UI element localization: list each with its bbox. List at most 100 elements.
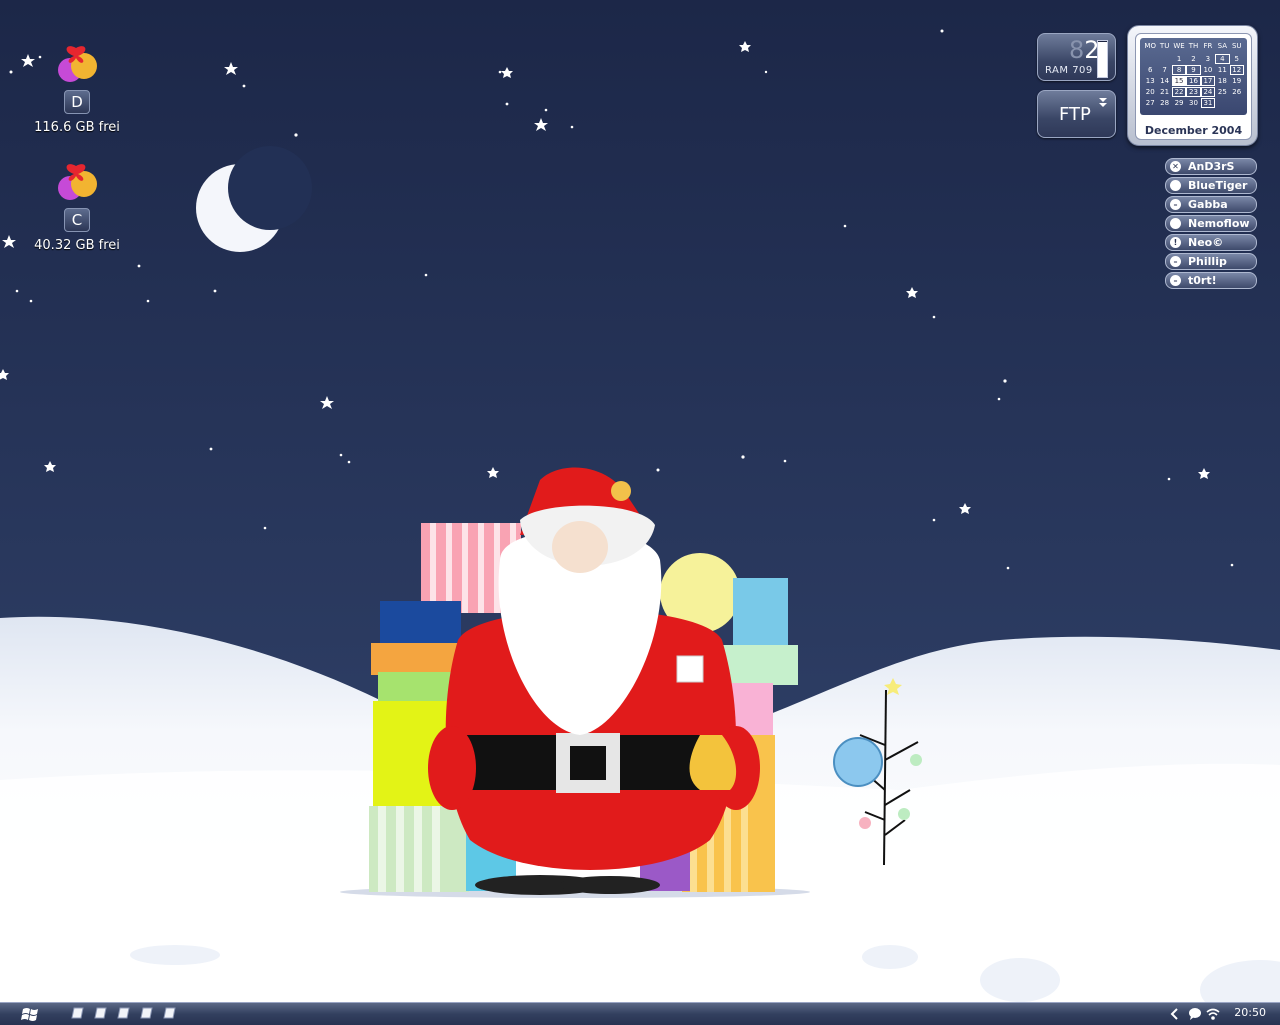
drive-free-space: 116.6 GB frei	[34, 120, 120, 135]
calendar-weekday: MO	[1144, 42, 1156, 50]
calendar-day[interactable]: 21	[1157, 87, 1171, 97]
calendar-day[interactable]: 26	[1230, 87, 1244, 97]
buddy-item[interactable]: – t0rt!	[1165, 272, 1257, 289]
drive-letter: C	[64, 208, 90, 232]
buddy-status-online-icon	[1170, 218, 1181, 229]
calendar-day[interactable]: 25	[1215, 87, 1229, 97]
calendar-day[interactable]: 4	[1215, 54, 1230, 64]
ftp-button[interactable]: FTP	[1037, 90, 1116, 138]
cpu-load-dim-digit: 8	[1069, 36, 1085, 64]
calendar-weekday: SA	[1217, 42, 1227, 50]
buddy-status-online-icon	[1170, 180, 1181, 191]
calendar-day[interactable]: 29	[1172, 98, 1186, 108]
ftp-label: FTP	[1059, 104, 1091, 125]
buddy-item[interactable]: Nemoflow	[1165, 215, 1257, 232]
taskbar: 20:50	[0, 1002, 1280, 1025]
buddy-status-alert-icon: !	[1170, 237, 1181, 248]
gift-drive-icon	[58, 164, 97, 200]
calendar-day[interactable]: 5	[1230, 54, 1244, 64]
calendar-day[interactable]: 11	[1215, 65, 1229, 75]
quick-launch-icon[interactable]	[117, 1007, 130, 1019]
calendar-day[interactable]: 19	[1230, 76, 1244, 86]
desktop: D 116.6 GB frei C 40.32 GB frei 82 RAM 7…	[0, 0, 1280, 1025]
calendar-weekday: TH	[1188, 42, 1199, 50]
messenger-icon[interactable]	[1188, 1007, 1202, 1021]
calendar-day[interactable]: 28	[1157, 98, 1171, 108]
calendar-day[interactable]: 1	[1172, 54, 1186, 64]
calendar-day[interactable]: 9	[1186, 65, 1201, 75]
calendar-day[interactable]: 7	[1157, 65, 1171, 75]
wallpaper	[0, 0, 1280, 1024]
buddy-name: Gabba	[1188, 198, 1228, 211]
calendar-day[interactable]: 6	[1143, 65, 1157, 75]
calendar-day[interactable]: 23	[1186, 87, 1201, 97]
calendar-day[interactable]: 24	[1200, 87, 1216, 97]
calendar-week-row: 27 28 29 30 31	[1143, 98, 1244, 108]
calendar-day[interactable]: 16	[1186, 76, 1201, 86]
calendar-day[interactable]: 17	[1200, 76, 1216, 86]
calendar-week-row: 12345	[1143, 54, 1244, 64]
calendar-day[interactable]: 22	[1171, 87, 1187, 97]
buddy-name: Nemoflow	[1188, 217, 1250, 230]
calendar-day[interactable]: 30	[1186, 98, 1200, 108]
taskbar-clock[interactable]: 20:50	[1234, 1006, 1266, 1019]
quick-launch-icon[interactable]	[94, 1007, 107, 1019]
calendar-grid: MO TU WE TH FR SA SU 1 2 3 4 5 6 7 8 9 10 11 12 13 14 15 16 17 1…	[1140, 38, 1247, 115]
calendar-day[interactable]: 20	[1143, 87, 1157, 97]
buddy-name: AnD3rS	[1188, 160, 1235, 173]
calendar-weekday-row: MO TU WE TH FR SA SU	[1143, 41, 1244, 51]
buddy-status-busy-icon: –	[1170, 256, 1181, 267]
calendar-day[interactable]: 2	[1186, 54, 1200, 64]
calendar-day	[1157, 54, 1171, 64]
calendar-week-row: 13 14 15 16 17 18 19	[1143, 76, 1244, 86]
calendar-month-label: December 2004	[1144, 124, 1243, 137]
buddy-item[interactable]: ✕ AnD3rS	[1165, 158, 1257, 175]
chevron-down-icon	[1099, 98, 1107, 107]
buddy-status-away-icon: ✕	[1170, 161, 1181, 172]
buddy-name: t0rt!	[1188, 274, 1217, 287]
drive-free-space: 40.32 GB frei	[34, 238, 120, 253]
calendar-week-row: 20 21 22 23 24 25 26	[1143, 87, 1244, 97]
calendar-day	[1143, 54, 1157, 64]
buddy-item[interactable]: ! Neo©	[1165, 234, 1257, 251]
wireless-icon[interactable]	[1206, 1007, 1220, 1021]
buddy-item[interactable]: – Gabba	[1165, 196, 1257, 213]
drive-c-shortcut[interactable]: C 40.32 GB frei	[22, 158, 132, 253]
system-tray: 20:50	[1170, 1003, 1280, 1025]
buddy-name: Phillip	[1188, 255, 1227, 268]
start-button[interactable]	[0, 1003, 52, 1025]
calendar-day[interactable]: 3	[1201, 54, 1215, 64]
gift-drive-icon	[58, 46, 97, 82]
calendar-weekday: WE	[1173, 42, 1185, 50]
ram-usage-label: RAM 709	[1045, 65, 1093, 76]
calendar-day[interactable]: 12	[1229, 65, 1244, 75]
calendar-day[interactable]: 31	[1200, 98, 1216, 108]
calendar-widget[interactable]: MO TU WE TH FR SA SU 1 2 3 4 5 6 7 8 9 10 11 12 13 14 15 16 17 1…	[1127, 25, 1258, 146]
calendar-day[interactable]: 18	[1215, 76, 1229, 86]
buddy-name: Neo©	[1188, 236, 1224, 249]
drive-d-shortcut[interactable]: D 116.6 GB frei	[22, 40, 132, 135]
calendar-day[interactable]: 15	[1171, 76, 1187, 86]
buddy-name: BlueTiger	[1188, 179, 1248, 192]
tray-expand-icon[interactable]	[1170, 1007, 1180, 1021]
calendar-day[interactable]: 13	[1143, 76, 1157, 86]
buddy-status-busy-icon: –	[1170, 199, 1181, 210]
quick-launch-icon[interactable]	[71, 1007, 84, 1019]
buddy-item[interactable]: – Phillip	[1165, 253, 1257, 270]
calendar-week-row: 6 7 8 9 10 11 12	[1143, 65, 1244, 75]
calendar-day[interactable]: 8	[1171, 65, 1187, 75]
quick-launch-icon[interactable]	[163, 1007, 176, 1019]
buddy-item[interactable]: BlueTiger	[1165, 177, 1257, 194]
calendar-day[interactable]: 27	[1143, 98, 1157, 108]
calendar-weekday: FR	[1203, 42, 1213, 50]
quick-launch-icon[interactable]	[140, 1007, 153, 1019]
calendar-day[interactable]: 14	[1157, 76, 1171, 86]
calendar-weekday: SU	[1231, 42, 1242, 50]
ram-usage-bar	[1097, 40, 1108, 78]
buddy-status-busy-icon: –	[1170, 275, 1181, 286]
buddy-list: ✕ AnD3rS BlueTiger – Gabba Nemoflow! Neo© – Phil…	[1165, 158, 1257, 291]
cpu-load-readout: 82	[1069, 36, 1100, 64]
calendar-day[interactable]: 10	[1201, 65, 1215, 75]
ram-monitor-widget[interactable]: 82 RAM 709	[1037, 33, 1116, 81]
windows-logo-icon	[21, 1008, 38, 1021]
